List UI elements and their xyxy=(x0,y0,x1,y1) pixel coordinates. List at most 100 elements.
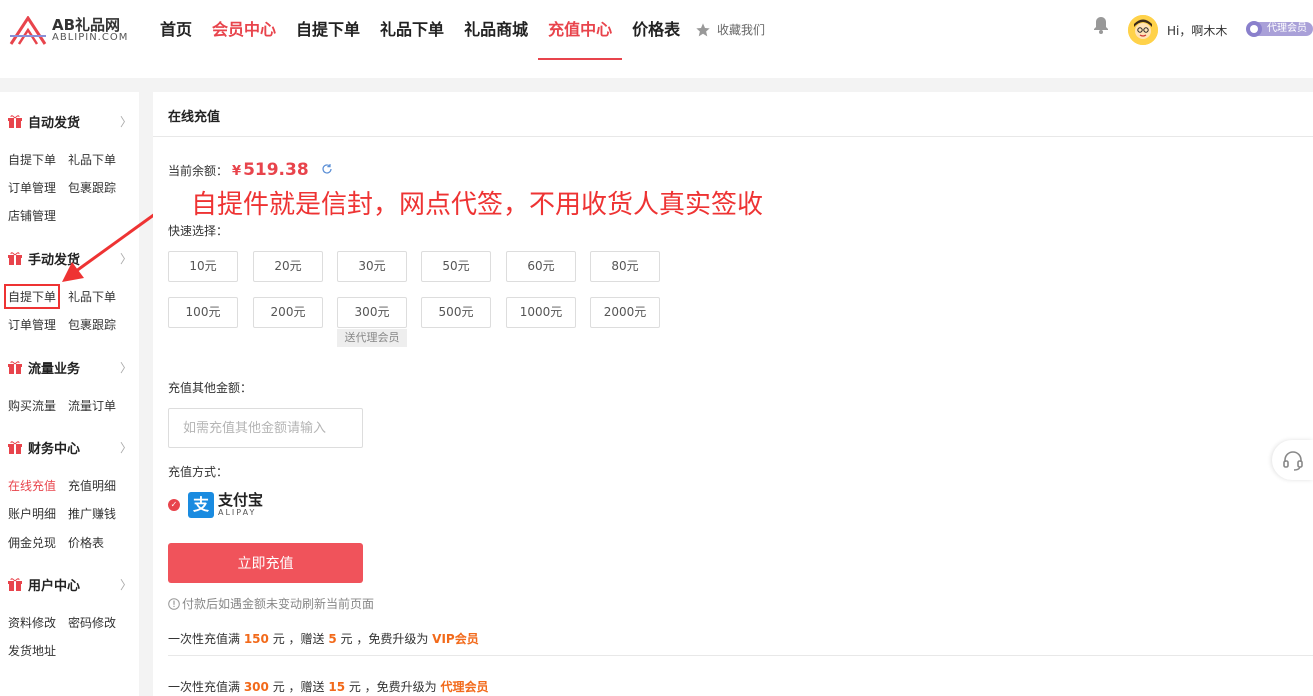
amount-option[interactable]: 100元 xyxy=(168,297,238,328)
chevron-right-icon[interactable]: 〉 xyxy=(120,113,132,130)
nav-recharge-center[interactable]: 充值中心 xyxy=(538,0,623,60)
customer-service-button[interactable] xyxy=(1272,440,1313,480)
balance-amount: 519.38 xyxy=(243,160,309,180)
refresh-hint: 付款后如遇金额未变动刷新当前页面 xyxy=(168,595,374,612)
avatar[interactable] xyxy=(1128,15,1158,45)
other-amount-input[interactable] xyxy=(168,408,363,448)
refresh-icon[interactable] xyxy=(321,163,333,175)
nav-gift-order[interactable]: 礼品下单 xyxy=(370,0,454,60)
other-amount-label: 充值其他金额： xyxy=(168,381,253,395)
amount-option[interactable]: 20元 xyxy=(253,251,323,282)
alipay-icon: 支 xyxy=(188,492,214,518)
chevron-right-icon[interactable]: 〉 xyxy=(120,439,132,456)
sidebar-item-commission-cashout[interactable]: 佣金兑现 xyxy=(8,534,56,551)
hint-text: 付款后如遇金额未变动刷新当前页面 xyxy=(182,597,375,611)
sidebar-group-title: 财务中心 xyxy=(28,441,81,457)
chevron-right-icon[interactable]: 〉 xyxy=(120,576,132,593)
amount-option[interactable]: 1000元 xyxy=(506,297,576,328)
sidebar-group-title: 用户中心 xyxy=(28,578,81,594)
sidebar: 自动发货 〉 自提下单 礼品下单 订单管理 包裹跟踪 店铺管理 手动发货 〉 自… xyxy=(0,92,139,696)
amount-option[interactable]: 200元 xyxy=(253,297,323,328)
alipay-en: ALIPAY xyxy=(218,508,257,517)
nav-gift-mall[interactable]: 礼品商城 xyxy=(454,0,538,60)
chevron-right-icon[interactable]: 〉 xyxy=(120,359,132,376)
amount-option[interactable]: 80元 xyxy=(590,251,660,282)
sidebar-item-gift-order[interactable]: 礼品下单 xyxy=(68,151,116,168)
amount-option[interactable]: 2000元 xyxy=(590,297,660,328)
gift-icon xyxy=(8,360,22,374)
amount-option[interactable]: 10元 xyxy=(168,251,238,282)
avatar-face-icon xyxy=(1128,15,1158,45)
currency-symbol: ¥ xyxy=(232,164,242,179)
main-nav: 首页 会员中心 自提下单 礼品下单 礼品商城 充值中心 价格表 xyxy=(150,0,690,60)
amount-option[interactable]: 60元 xyxy=(506,251,576,282)
sidebar-item-buy-traffic[interactable]: 购买流量 xyxy=(8,397,56,414)
page-title: 在线充值 xyxy=(168,110,221,125)
promo-vip: 一次性充值满 150 元 ，赠送 5 元 ，免费升级为 VIP会员 xyxy=(168,632,479,646)
nav-price-list[interactable]: 价格表 xyxy=(622,0,690,60)
payment-method-label: 充值方式： xyxy=(168,465,229,479)
sidebar-item-recharge-details[interactable]: 充值明细 xyxy=(68,477,116,494)
sidebar-item-gift-order-manual[interactable]: 礼品下单 xyxy=(68,288,116,305)
nav-home[interactable]: 首页 xyxy=(150,0,202,60)
sidebar-item-package-tracking-manual[interactable]: 包裹跟踪 xyxy=(68,316,116,333)
alipay-cn: 支付宝 xyxy=(218,491,264,509)
nav-member-center[interactable]: 会员中心 xyxy=(202,0,286,60)
promo-divider xyxy=(168,655,1313,656)
star-icon xyxy=(696,22,710,36)
payment-option-alipay[interactable]: ✓ 支 支付宝 ALIPAY xyxy=(168,492,263,518)
recharge-button[interactable]: 立即充值 xyxy=(168,543,363,583)
amount-option[interactable]: 300元 xyxy=(337,297,407,328)
sidebar-item-shipping-address[interactable]: 发货地址 xyxy=(8,642,56,659)
user-greeting[interactable]: Hi，啊木木 xyxy=(1167,22,1227,39)
sidebar-group-title: 自动发货 xyxy=(28,115,81,131)
sidebar-item-account-details[interactable]: 账户明细 xyxy=(8,505,56,522)
amount-option[interactable]: 30元 xyxy=(337,251,407,282)
quick-select-label: 快速选择： xyxy=(168,224,229,238)
info-icon xyxy=(168,597,180,610)
sidebar-item-price-list[interactable]: 价格表 xyxy=(68,534,104,551)
sidebar-item-online-recharge[interactable]: 在线充值 xyxy=(8,477,56,494)
sidebar-group-traffic[interactable]: 流量业务 xyxy=(8,357,80,377)
sidebar-group-finance[interactable]: 财务中心 xyxy=(8,437,80,457)
sidebar-item-shop-management[interactable]: 店铺管理 xyxy=(8,207,56,224)
logo-mark-icon xyxy=(9,16,47,45)
gift-icon xyxy=(8,440,22,454)
main-panel: 在线充值 当前余额： ¥ 519.38 自提件就是信封，网点代签，不用收货人真实… xyxy=(153,92,1313,696)
sidebar-item-package-tracking[interactable]: 包裹跟踪 xyxy=(68,179,116,196)
balance-label: 当前余额： xyxy=(168,164,229,178)
sidebar-group-auto-ship[interactable]: 自动发货 xyxy=(8,111,80,131)
chevron-right-icon[interactable]: 〉 xyxy=(120,250,132,267)
sidebar-group-title: 流量业务 xyxy=(28,361,81,377)
gift-tag: 送代理会员 xyxy=(337,329,407,347)
sidebar-item-self-pickup-order[interactable]: 自提下单 xyxy=(8,151,56,168)
sidebar-item-order-management-manual[interactable]: 订单管理 xyxy=(8,316,56,333)
gift-icon xyxy=(8,114,22,128)
badge-gear-icon xyxy=(1246,21,1262,37)
sidebar-item-self-pickup-order-manual[interactable]: 自提下单 xyxy=(3,284,61,309)
sidebar-item-change-password[interactable]: 密码修改 xyxy=(68,614,116,631)
title-divider xyxy=(153,136,1313,137)
sidebar-item-traffic-orders[interactable]: 流量订单 xyxy=(68,397,116,414)
sidebar-group-user-center[interactable]: 用户中心 xyxy=(8,574,80,594)
top-header: AB礼品网 ABLIPIN.COM 首页 会员中心 自提下单 礼品下单 礼品商城… xyxy=(0,0,1313,78)
bell-icon[interactable] xyxy=(1093,16,1109,34)
annotation-text: 自提件就是信封，网点代签，不用收货人真实签收 xyxy=(191,190,764,220)
site-logo[interactable]: AB礼品网 ABLIPIN.COM xyxy=(8,14,138,48)
favorite-link[interactable]: 收藏我们 xyxy=(695,21,765,38)
amount-option[interactable]: 500元 xyxy=(421,297,491,328)
sidebar-item-referral[interactable]: 推广赚钱 xyxy=(68,505,116,522)
check-icon: ✓ xyxy=(168,499,180,511)
headset-icon xyxy=(1282,451,1303,471)
balance-row: 当前余额： ¥ 519.38 xyxy=(168,160,333,180)
sidebar-group-title: 手动发货 xyxy=(28,252,81,268)
gift-icon xyxy=(8,251,22,265)
sidebar-item-edit-profile[interactable]: 资料修改 xyxy=(8,614,56,631)
gift-icon xyxy=(8,577,22,591)
nav-self-pickup-order[interactable]: 自提下单 xyxy=(286,0,370,60)
promo-agent: 一次性充值满 300 元 ，赠送 15 元 ，免费升级为 代理会员 xyxy=(168,680,489,694)
amount-option[interactable]: 50元 xyxy=(421,251,491,282)
logo-domain: ABLIPIN.COM xyxy=(52,32,129,43)
sidebar-item-order-management[interactable]: 订单管理 xyxy=(8,179,56,196)
sidebar-group-manual-ship[interactable]: 手动发货 xyxy=(8,248,80,268)
